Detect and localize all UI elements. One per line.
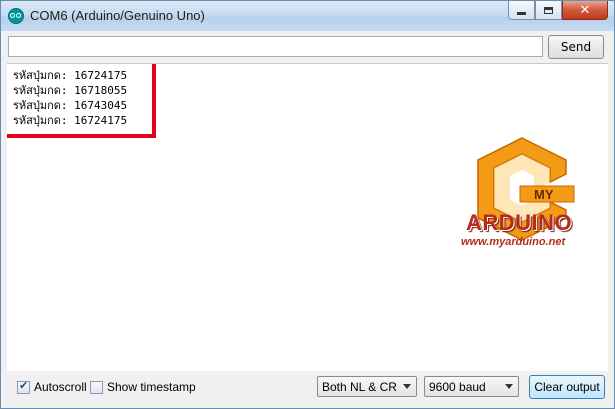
autoscroll-checkbox[interactable]: Autoscroll: [17, 379, 87, 394]
show-timestamp-label: Show timestamp: [107, 380, 196, 394]
send-input[interactable]: [8, 36, 543, 57]
baud-rate-select[interactable]: 9600 baud: [424, 376, 519, 397]
arduino-icon: [8, 8, 24, 24]
logo-name: ARDUINO: [466, 210, 573, 235]
send-button[interactable]: Send: [548, 35, 604, 59]
close-icon: ✕: [579, 2, 591, 18]
clear-output-button[interactable]: Clear output: [529, 375, 605, 399]
checkbox-unchecked-icon: [90, 380, 103, 394]
bottom-bar: Autoscroll Show timestamp Both NL & CR 9…: [7, 371, 608, 401]
line-ending-value: Both NL & CR: [322, 380, 397, 394]
maximize-button[interactable]: [535, 1, 562, 20]
chevron-down-icon: [505, 384, 513, 389]
window-title: COM6 (Arduino/Genuino Uno): [30, 8, 205, 23]
serial-monitor-window: COM6 (Arduino/Genuino Uno) ✕ Send รหัสปุ…: [0, 0, 615, 409]
highlight-box: [7, 64, 156, 138]
baud-rate-value: 9600 baud: [429, 380, 486, 394]
close-button[interactable]: ✕: [562, 1, 608, 20]
chevron-down-icon: [403, 384, 411, 389]
logo-url: www.myarduino.net: [461, 236, 566, 248]
line-ending-select[interactable]: Both NL & CR: [317, 376, 417, 397]
client-area: Send รหัสปุ่มกด: 16724175 รหัสปุ่มกด: 16…: [7, 31, 608, 403]
minimize-icon: [517, 12, 526, 15]
maximize-icon: [544, 6, 553, 14]
serial-output[interactable]: รหัสปุ่มกด: 16724175 รหัสปุ่มกด: 1671805…: [7, 63, 608, 371]
checkbox-checked-icon: [17, 379, 30, 394]
title-bar[interactable]: COM6 (Arduino/Genuino Uno) ✕: [1, 1, 614, 31]
window-controls: ✕: [508, 1, 608, 21]
autoscroll-label: Autoscroll: [34, 380, 87, 394]
minimize-button[interactable]: [508, 1, 535, 20]
logo-badge: MY: [534, 187, 554, 202]
show-timestamp-checkbox[interactable]: Show timestamp: [90, 380, 196, 394]
send-row: Send: [7, 35, 608, 61]
